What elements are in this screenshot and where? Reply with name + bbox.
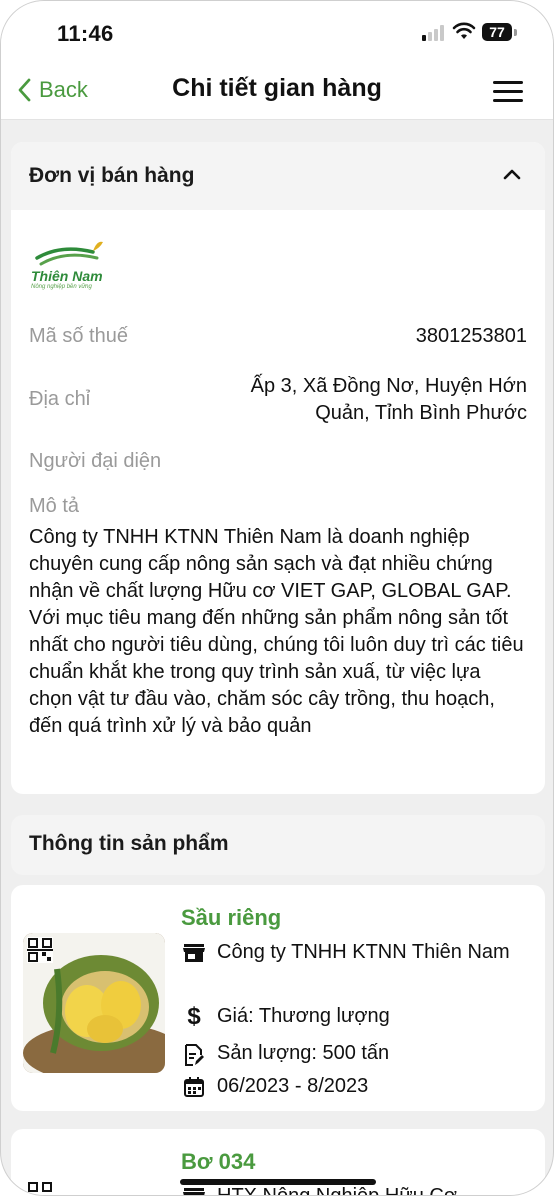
description-label: Mô tả	[29, 495, 80, 517]
address-label: Địa chỉ	[29, 388, 91, 410]
store-icon	[183, 944, 205, 962]
leaf-logo-icon	[35, 241, 103, 266]
product-yield: Sản lượng: 500 tấn	[217, 1042, 390, 1064]
product-name[interactable]: Bơ 034	[181, 1149, 255, 1175]
company-logo: Thiên Nam Nông nghiệp bền vững	[31, 238, 113, 294]
phone-screen: 11:46 77 Back Chi tiết gian hàng Đơn vị …	[0, 0, 554, 1196]
cellular-signal-icon	[422, 25, 446, 41]
product-company-row: Công ty TNHH KTNN Thiên Nam	[181, 939, 521, 966]
wifi-icon	[452, 22, 476, 39]
address-line-1: Ấp 3, Xã Đồng Nơ, Huyện Hớn	[250, 375, 527, 397]
chevron-up-icon[interactable]	[503, 168, 521, 180]
battery-level: 77	[482, 23, 512, 41]
logo-name: Thiên Nam	[31, 268, 103, 284]
qr-code-icon[interactable]	[27, 937, 53, 963]
status-bar: 11:46 77	[1, 1, 553, 63]
product-period-row: 06/2023 - 8/2023	[181, 1073, 368, 1100]
representative-label: Người đại diện	[29, 450, 162, 472]
seller-section: Đơn vị bán hàng Thiên Nam Nông nghiệp bề…	[11, 142, 545, 794]
product-card[interactable]: Sầu riêng Công ty TNHH KTNN Thiên Nam $ …	[11, 885, 545, 1111]
product-name[interactable]: Sầu riêng	[181, 905, 281, 931]
product-section-title: Thông tin sản phẩm	[29, 832, 229, 855]
product-section-header: Thông tin sản phẩm	[11, 815, 545, 875]
calendar-icon	[184, 1077, 204, 1097]
tax-code-value: 3801253801	[415, 325, 527, 347]
status-time: 11:46	[57, 21, 114, 46]
address-line-2: Quản, Tỉnh Bình Phước	[315, 402, 527, 424]
hamburger-menu-icon[interactable]	[493, 79, 525, 103]
product-yield-row: Sản lượng: 500 tấn	[181, 1040, 389, 1067]
seller-section-title: Đơn vị bán hàng	[29, 164, 195, 187]
home-indicator[interactable]	[180, 1179, 376, 1185]
product-period: 06/2023 - 8/2023	[217, 1075, 369, 1097]
battery-icon	[514, 29, 517, 36]
product-image	[23, 933, 165, 1073]
description-text: Công ty TNHH KTNN Thiên Nam là doanh ngh…	[29, 526, 524, 737]
tax-code-label: Mã số thuế	[29, 325, 128, 347]
navigation-bar: Back Chi tiết gian hàng	[1, 63, 553, 120]
product-price: Giá: Thương lượng	[217, 1005, 390, 1027]
edit-document-icon	[185, 1044, 204, 1066]
store-icon	[183, 1188, 205, 1195]
logo-slogan: Nông nghiệp bền vững	[31, 284, 92, 290]
product-company: Công ty TNHH KTNN Thiên Nam	[217, 941, 510, 963]
dollar-icon: $	[187, 1003, 201, 1030]
address-value: Ấp 3, Xã Đồng Nơ, Huyện Hớn Quản, Tỉnh B…	[251, 373, 527, 427]
page-title: Chi tiết gian hàng	[172, 74, 382, 102]
seller-section-header[interactable]: Đơn vị bán hàng	[11, 142, 545, 210]
product-price-row: $ Giá: Thương lượng	[181, 1003, 390, 1030]
product-card[interactable]: Bơ 034 HTX Nông Nghiệp Hữu Cơ	[11, 1129, 545, 1196]
qr-code-icon[interactable]	[27, 1181, 53, 1196]
